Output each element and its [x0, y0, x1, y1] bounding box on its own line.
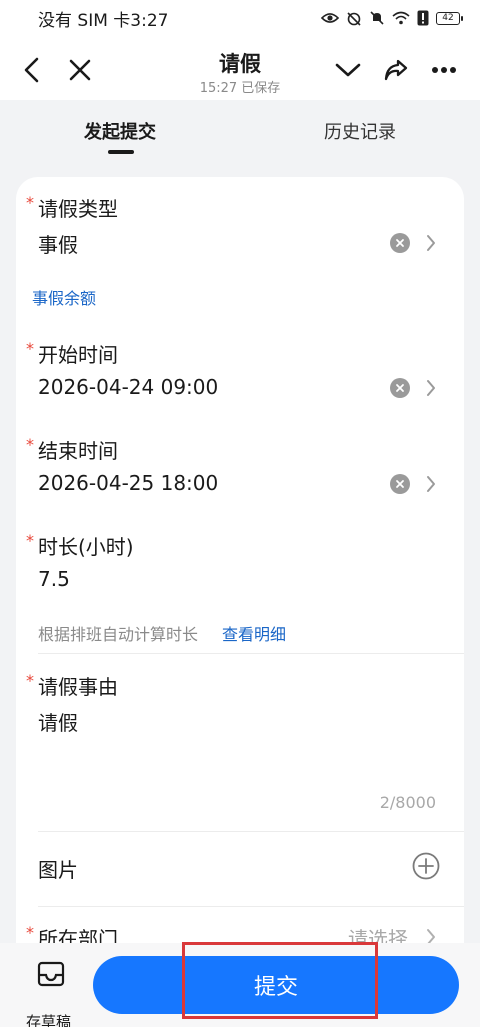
alarm-off-icon: [346, 10, 362, 26]
start-time-field[interactable]: * 开始时间 2026-04-24 09:00: [16, 337, 464, 427]
top-area: 没有 SIM 卡3:27 42 请假 15:27 已保存: [0, 0, 480, 100]
images-field: 图片: [16, 832, 464, 906]
mute-icon: [369, 10, 385, 26]
inbox-icon: [37, 961, 65, 991]
status-icons: 42: [321, 10, 463, 26]
status-bar: 没有 SIM 卡3:27 42: [0, 0, 480, 36]
chevron-right-icon[interactable]: [424, 233, 438, 253]
tab-submit[interactable]: 发起提交: [84, 118, 156, 144]
chevron-right-icon[interactable]: [424, 378, 438, 398]
required-mark: *: [26, 339, 34, 358]
required-mark: *: [26, 671, 34, 690]
reason-field[interactable]: * 请假事由 请假 2/8000: [16, 669, 464, 829]
required-mark: *: [26, 435, 34, 454]
start-time-value[interactable]: 2026-04-24 09:00: [38, 375, 218, 399]
char-counter: 2/8000: [379, 793, 436, 812]
save-draft-button[interactable]: 存草稿: [20, 959, 80, 1027]
leave-type-label: 请假类型: [38, 197, 118, 221]
eye-icon: [321, 11, 339, 25]
required-mark: *: [26, 193, 34, 212]
form-card: * 请假类型 事假 事假余额 * 开始时间 2026-04-24 09:00 *…: [16, 177, 464, 977]
add-image-icon[interactable]: [412, 852, 440, 880]
required-mark: *: [26, 531, 34, 550]
duration-hint: 根据排班自动计算时长: [38, 625, 199, 644]
clear-icon[interactable]: [390, 233, 410, 253]
wifi-icon: [392, 11, 410, 25]
chevron-down-icon[interactable]: [330, 52, 366, 88]
reason-label: 请假事由: [38, 675, 118, 699]
leave-balance-link[interactable]: 事假余额: [32, 285, 96, 309]
divider: [38, 906, 464, 907]
leave-type-value[interactable]: 事假: [38, 229, 78, 258]
battery-icon: 42: [436, 11, 463, 25]
share-icon[interactable]: [378, 52, 414, 88]
save-draft-label: 存草稿: [26, 1013, 72, 1027]
end-time-label: 结束时间: [38, 439, 118, 463]
reason-textarea[interactable]: 请假: [38, 707, 78, 736]
tab-history[interactable]: 历史记录: [324, 118, 396, 144]
more-icon[interactable]: [426, 52, 462, 88]
duration-value: 7.5: [38, 567, 70, 591]
nav-bar: 请假 15:27 已保存: [0, 38, 480, 100]
clear-icon[interactable]: [390, 474, 410, 494]
view-details-link[interactable]: 查看明细: [222, 621, 286, 645]
highlight-box: [182, 942, 378, 1019]
end-time-field[interactable]: * 结束时间 2026-04-25 18:00: [16, 433, 464, 523]
duration-label: 时长(小时): [38, 535, 134, 559]
images-label: 图片: [38, 858, 78, 882]
status-carrier-time: 没有 SIM 卡3:27: [38, 10, 169, 31]
required-mark: *: [26, 923, 34, 942]
divider: [38, 653, 464, 654]
start-time-label: 开始时间: [38, 343, 118, 367]
duration-field: * 时长(小时) 7.5: [16, 529, 464, 619]
active-tab-indicator: [108, 150, 134, 154]
clear-icon[interactable]: [390, 378, 410, 398]
tab-bar: 发起提交 历史记录: [0, 100, 480, 160]
end-time-value[interactable]: 2026-04-25 18:00: [38, 471, 218, 495]
chevron-right-icon[interactable]: [424, 474, 438, 494]
alert-icon: [417, 10, 429, 26]
